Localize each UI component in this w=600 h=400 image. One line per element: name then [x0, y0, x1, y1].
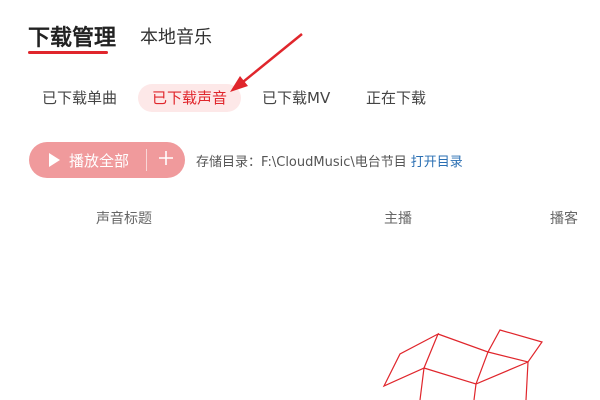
sub-tab-downloaded-sounds[interactable]: 已下载声音 [138, 84, 242, 112]
column-header-host[interactable]: 主播 [384, 208, 412, 228]
sub-tab-downloaded-songs[interactable]: 已下载单曲 [42, 84, 117, 112]
play-all-button[interactable]: 播放全部 [29, 142, 146, 178]
column-header-podcast[interactable]: 播客 [550, 208, 578, 228]
storage-info: 存储目录：F:\CloudMusic\电台节目 打开目录 [196, 151, 463, 170]
open-directory-link[interactable]: 打开目录 [411, 155, 463, 170]
plus-icon [158, 150, 174, 170]
main-tab-underline [28, 51, 108, 54]
play-all-label: 播放全部 [69, 151, 130, 170]
storage-path: F:\CloudMusic\电台节目 [261, 155, 407, 170]
column-header-title[interactable]: 声音标题 [96, 208, 152, 228]
play-all-group: 播放全部 [29, 142, 185, 178]
storage-label: 存储目录： [196, 155, 262, 170]
empty-box-illustration [376, 326, 556, 400]
play-icon [47, 152, 61, 168]
sub-tab-downloaded-mv[interactable]: 已下载MV [262, 84, 330, 112]
main-tab-download-manager[interactable]: 下载管理 [28, 20, 116, 52]
add-to-playlist-button[interactable] [147, 142, 185, 178]
main-tab-local-music[interactable]: 本地音乐 [140, 23, 212, 49]
sub-tab-downloading[interactable]: 正在下载 [366, 84, 426, 112]
